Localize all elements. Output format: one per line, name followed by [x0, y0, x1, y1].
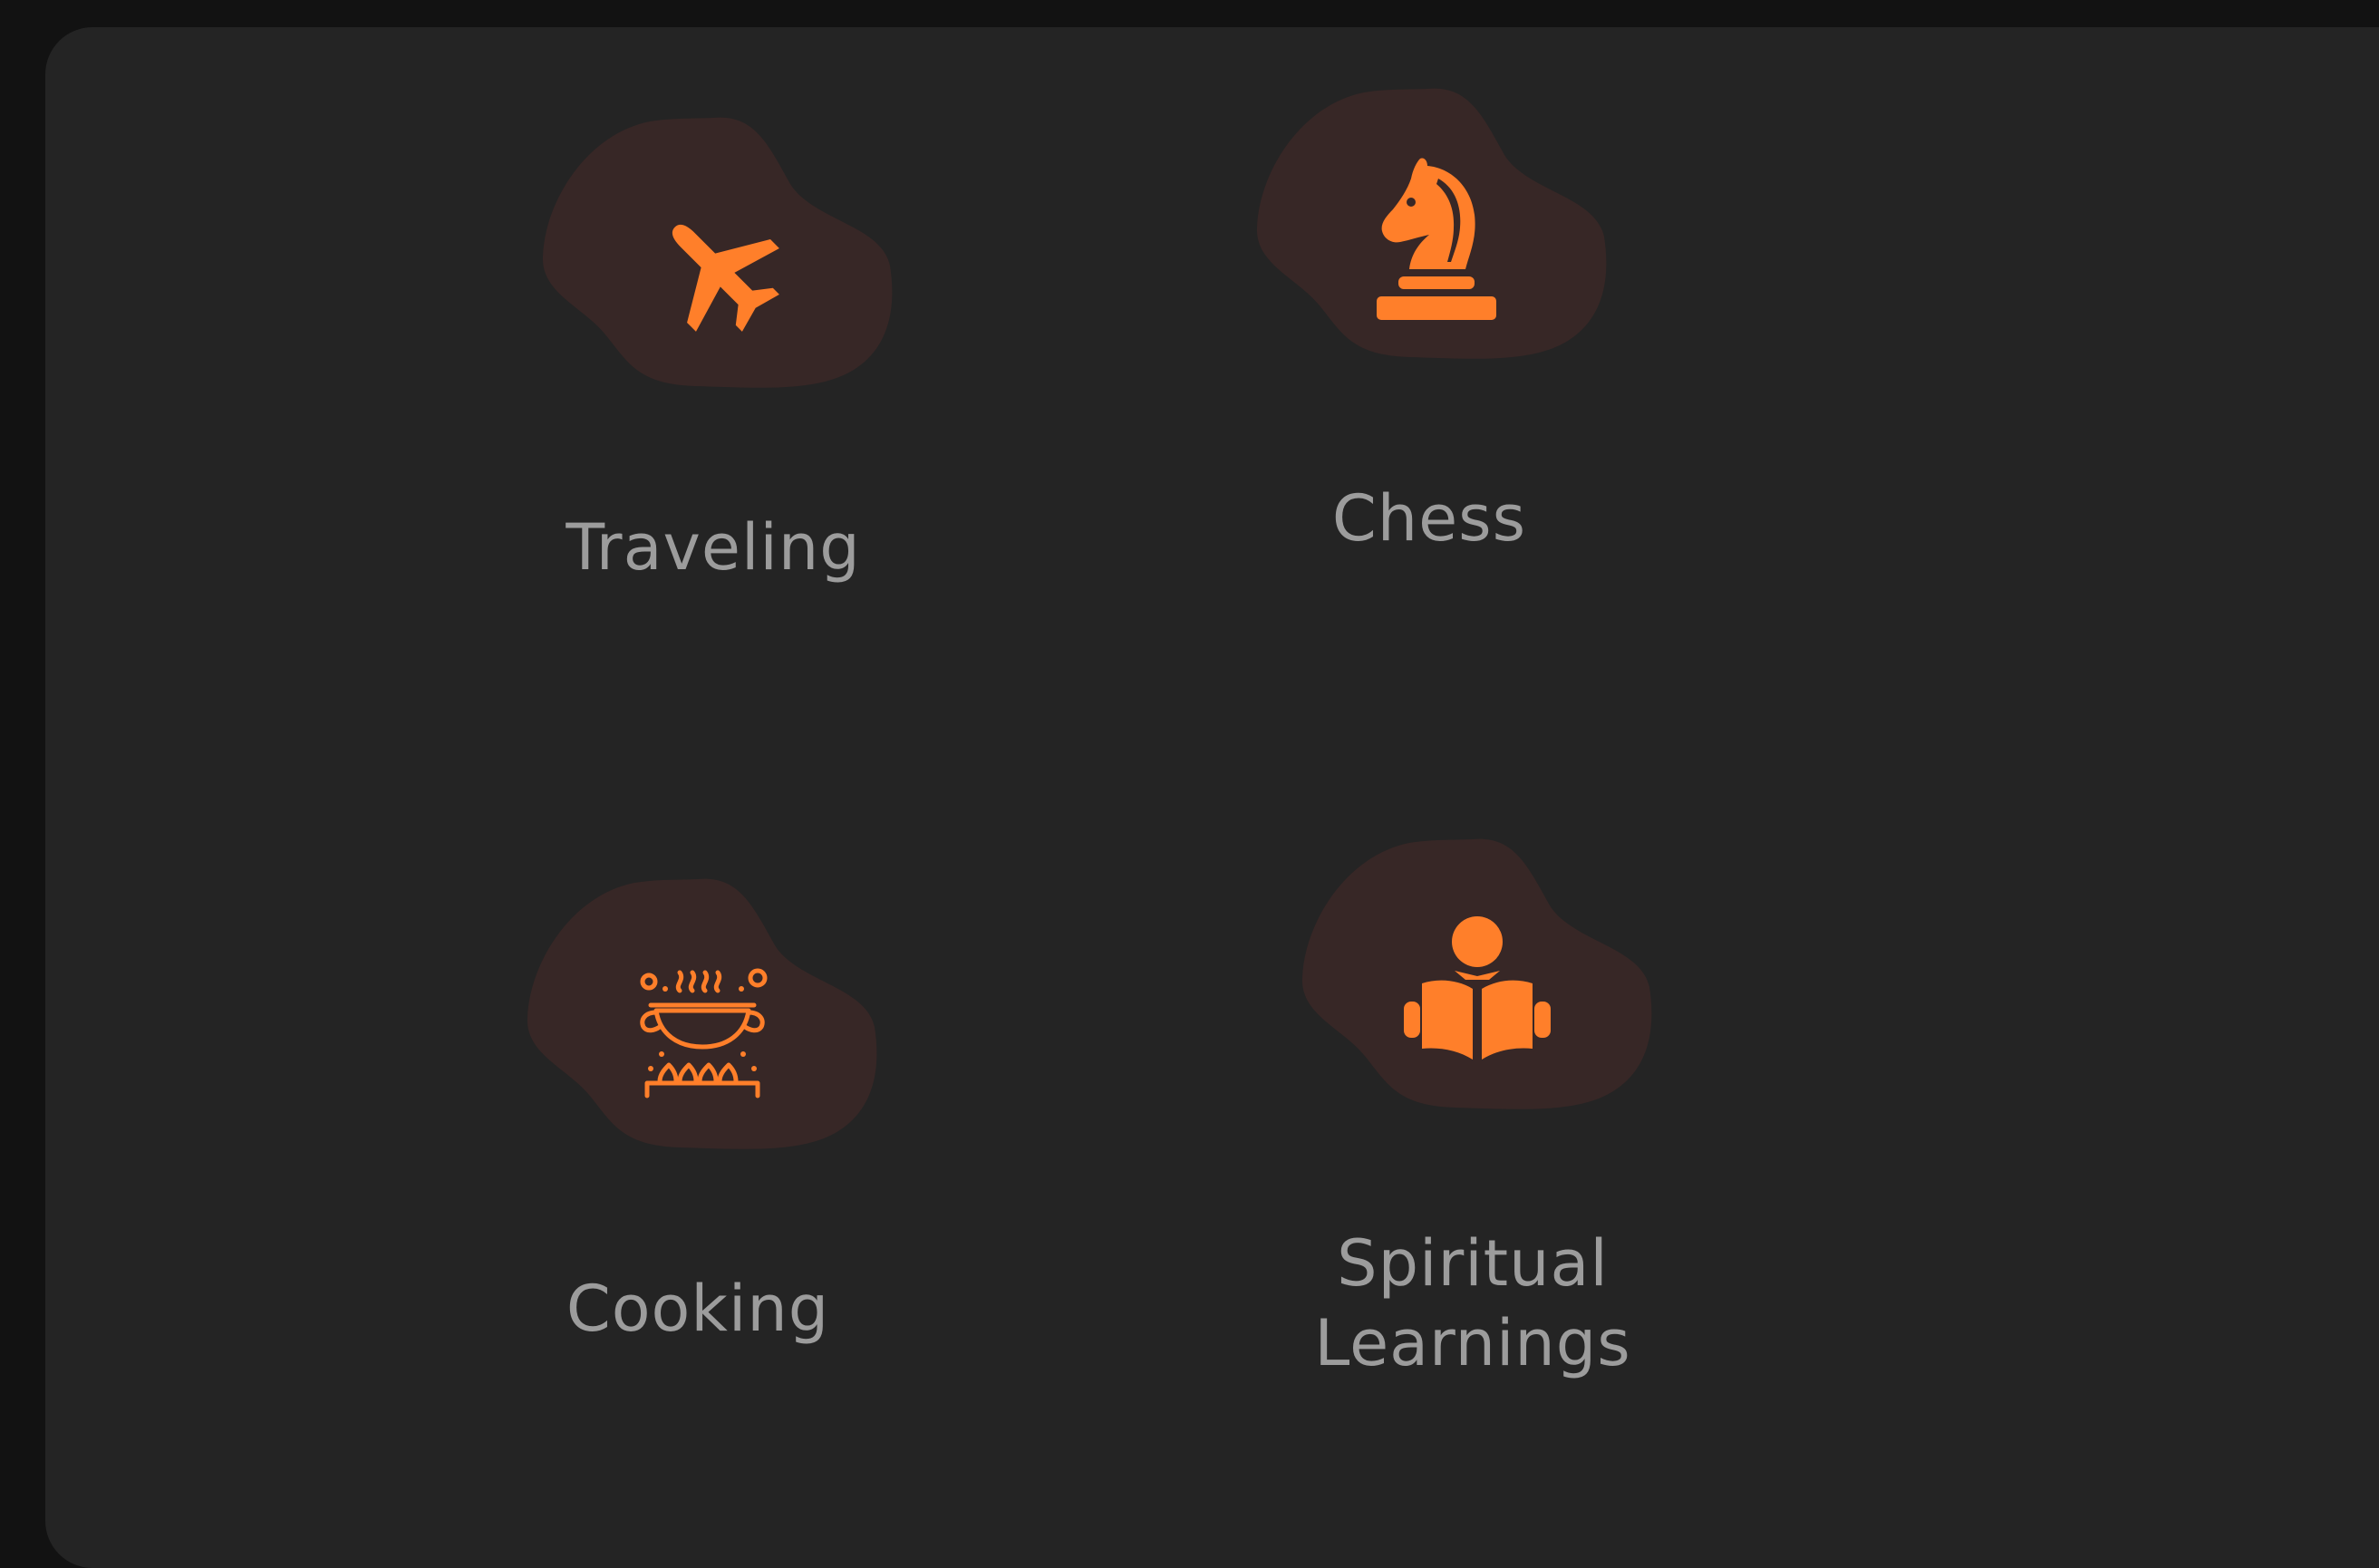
hobby-label-traveling: Traveling — [566, 510, 861, 585]
hobby-label-cooking: Cooking — [566, 1272, 830, 1346]
reading-icon-blob — [1301, 837, 1654, 1146]
chess-icon-blob — [1255, 87, 1609, 395]
cooking-pot-icon — [640, 968, 768, 1099]
cooking-icon-blob — [526, 877, 879, 1186]
hobby-label-chess: Chess — [1331, 481, 1527, 556]
airplane-icon — [672, 224, 779, 332]
traveling-icon-blob — [541, 116, 895, 424]
chess-knight-icon — [1377, 158, 1496, 320]
hobby-label-spiritual-learnings: Spiritual Learnings — [1314, 1226, 1631, 1380]
hobbies-panel: Traveling Chess Cooking Spiritual Learni… — [45, 27, 2379, 1568]
reading-person-icon — [1404, 916, 1551, 1060]
